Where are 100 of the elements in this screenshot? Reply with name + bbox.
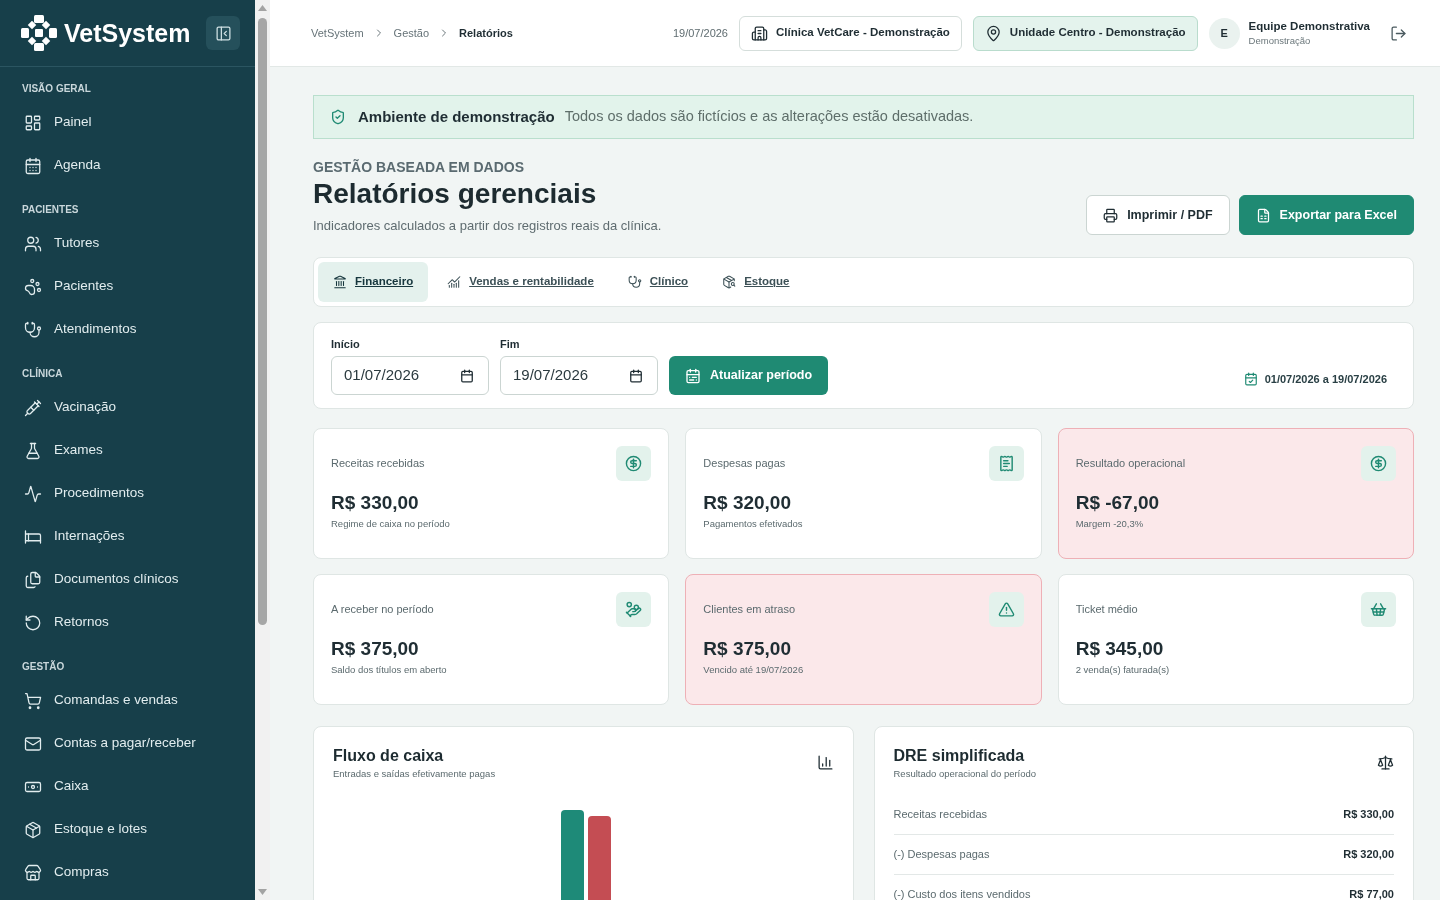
map-pin-icon	[984, 24, 1002, 42]
tab[interactable]: Vendas e rentabilidade	[432, 262, 609, 302]
header-button[interactable]: Imprimir / PDF	[1086, 195, 1230, 235]
shield-check-icon	[330, 109, 346, 125]
metric-label: Despesas pagas	[703, 456, 786, 472]
metric-label: A receber no período	[331, 602, 434, 618]
metric-label: Ticket médio	[1075, 602, 1138, 618]
brand-name: VetSystem	[64, 18, 191, 48]
nav-item[interactable]: Comandas e vendas	[10, 679, 245, 722]
spreadsheet-icon	[1255, 207, 1271, 223]
calendar-icon[interactable]	[629, 368, 643, 383]
tab[interactable]: Estoque	[707, 262, 805, 302]
nav-item[interactable]: Pacientes	[10, 265, 245, 308]
dre-row-value: R$ 320,00	[1343, 847, 1394, 863]
panel-icon	[214, 24, 232, 42]
metric-note: Vencido até 19/07/2026	[703, 663, 805, 677]
panel-subtitle: Entradas e saídas efetivamente pagas	[333, 767, 496, 781]
banner-message: Todos os dados são fictícios e as alterações estão desativadas.	[564, 107, 974, 127]
package-search-icon	[722, 275, 737, 289]
dre-row-value: R$ 77,00	[1349, 887, 1394, 900]
bed-icon	[24, 527, 42, 546]
breadcrumb-link[interactable]: Relatórios	[459, 24, 513, 42]
nav-item[interactable]: Compras	[10, 851, 245, 894]
nav-item[interactable]: Procedimentos	[10, 472, 245, 515]
envelope-icon	[24, 734, 42, 753]
nav-item[interactable]: Tutores	[10, 222, 245, 265]
dre-row-value: R$ 330,00	[1343, 807, 1394, 823]
scrollbar-thumb[interactable]	[258, 18, 267, 625]
nav-item[interactable]: Contas a pagar/receber	[10, 722, 245, 765]
section-title: PACIENTES	[21, 203, 80, 217]
field-label: Fim	[500, 337, 521, 351]
nav-item[interactable]: Exames	[10, 429, 245, 472]
dollar-icon	[616, 446, 652, 481]
paw-icon	[24, 277, 42, 296]
calendar-icon	[24, 156, 42, 175]
user-avatar: E	[1208, 17, 1240, 49]
dashboard-icon	[24, 113, 42, 132]
current-date: 19/07/2026	[672, 25, 728, 41]
nav-item[interactable]: Estoque e lotes	[10, 808, 245, 851]
metric-value: R$ 375,00	[703, 638, 792, 660]
nav-item[interactable]: Vacinação	[10, 386, 245, 429]
syringe-icon	[24, 398, 42, 417]
calendar-icon[interactable]	[460, 368, 474, 383]
nav-item[interactable]: Caixa	[10, 765, 245, 808]
dre-row-label: (-) Despesas pagas	[893, 847, 990, 863]
user-role: Demonstração	[1248, 34, 1312, 47]
calendar-icon	[685, 367, 701, 384]
section-title: CLÍNICA	[21, 367, 64, 381]
dollar-icon	[1361, 446, 1396, 481]
warning-icon	[988, 592, 1024, 627]
nav-item[interactable]: Documentos clínicos	[10, 558, 245, 601]
nav-item[interactable]: Agenda	[10, 144, 245, 187]
calendar-check-icon	[1243, 371, 1258, 386]
files-icon	[24, 570, 42, 589]
breadcrumb-link[interactable]: Gestão	[393, 24, 430, 42]
unit-selector[interactable]: Unidade Centro - Demonstração	[972, 15, 1198, 51]
metric-value: R$ -67,00	[1075, 492, 1161, 514]
update-period-button[interactable]: Atualizar período	[669, 356, 829, 395]
stethoscope-icon	[627, 275, 642, 289]
stethoscope-icon	[24, 320, 42, 339]
nav-item[interactable]: Atendimentos	[10, 308, 245, 351]
header-button[interactable]: Exportar para Excel	[1238, 195, 1414, 235]
user-name: Equipe Demonstrativa	[1248, 19, 1370, 34]
page-subtitle: Indicadores calculados a partir dos registros reais da clínica.	[313, 217, 662, 235]
dre-row-label: (-) Custo dos itens vendidos	[893, 887, 1031, 900]
page-title: Relatórios gerenciais	[313, 177, 598, 211]
clinic-selector[interactable]: Clínica VetCare - Demonstração	[739, 15, 962, 51]
breadcrumb-link[interactable]: VetSystem	[311, 24, 364, 42]
chart-icon	[447, 275, 462, 289]
basket-icon	[1361, 592, 1396, 627]
panel-title: DRE simplificada	[893, 746, 1026, 766]
metric-note: Saldo dos títulos em aberto	[331, 663, 448, 677]
hand-coins-icon	[616, 592, 652, 627]
section-title: GESTÃO	[21, 660, 66, 674]
tab[interactable]: Clínico	[612, 262, 704, 302]
date-field[interactable]: 19/07/2026	[500, 356, 658, 395]
nav-item[interactable]: Painel	[10, 101, 245, 144]
tab[interactable]: Financeiro	[318, 262, 429, 302]
package-icon	[24, 820, 42, 839]
dre-row-label: Receitas recebidas	[893, 807, 988, 823]
receipt-icon	[988, 446, 1024, 481]
rotate-icon	[24, 613, 42, 632]
date-field[interactable]: 01/07/2026	[331, 356, 489, 395]
collapse-sidebar-button[interactable]	[206, 16, 240, 50]
metric-note: Margem -20,3%	[1075, 517, 1145, 531]
metric-value: R$ 320,00	[703, 492, 792, 514]
nav-item[interactable]: Retornos	[10, 601, 245, 644]
metric-value: R$ 330,00	[331, 492, 420, 514]
bar-chart-icon	[816, 754, 834, 771]
store-icon	[24, 863, 42, 882]
metric-label: Resultado operacional	[1075, 456, 1186, 472]
panel-subtitle: Resultado operacional do período	[893, 767, 1037, 781]
banner-title: Ambiente de demonstração	[358, 106, 555, 127]
users-icon	[24, 234, 42, 253]
period-range: 01/07/2026 a 19/07/2026	[1264, 371, 1387, 387]
logout-icon[interactable]	[1390, 24, 1407, 42]
metric-label: Receitas recebidas	[331, 456, 425, 472]
metric-note: Regime de caixa no período	[331, 517, 451, 531]
nav-item[interactable]: Internações	[10, 515, 245, 558]
metric-note: Pagamentos efetivados	[703, 517, 804, 531]
